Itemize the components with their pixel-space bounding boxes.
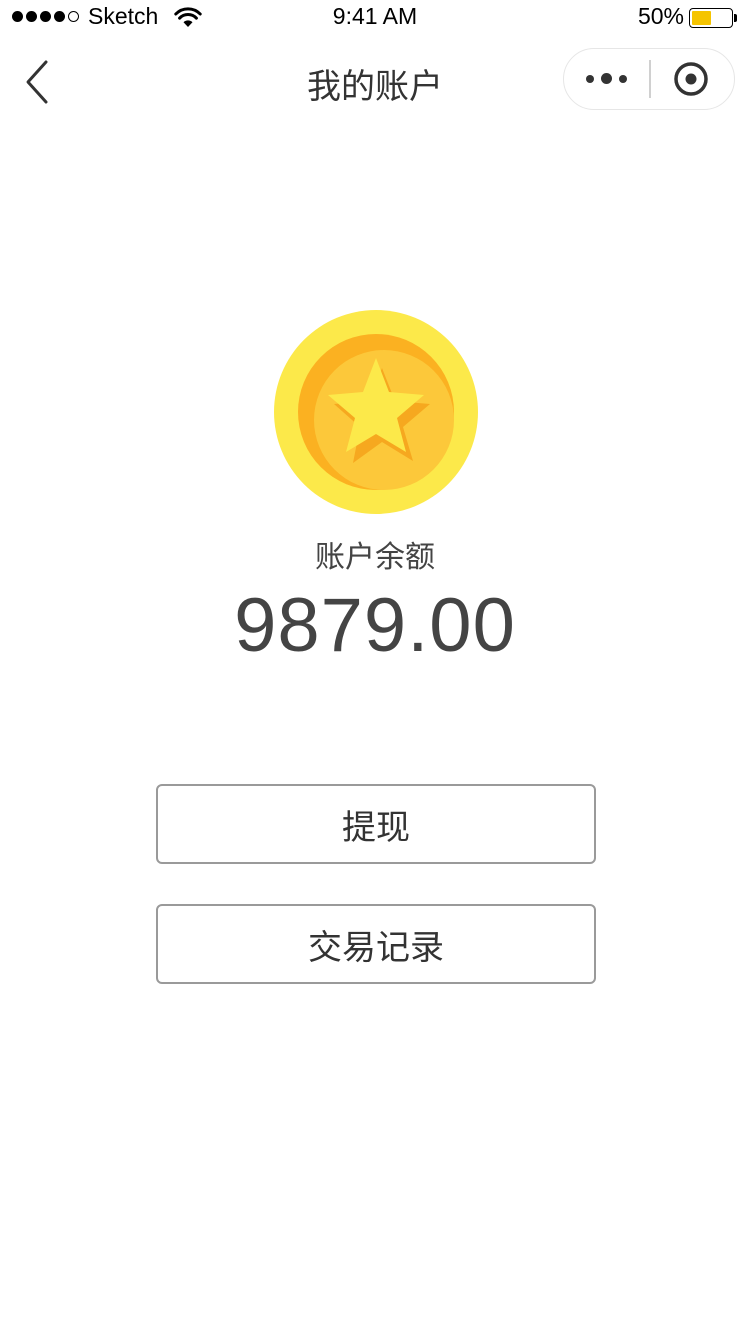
status-bar: Sketch 9:41 AM 50% <box>0 0 750 36</box>
navigation-bar: 我的账户 <box>0 36 750 128</box>
capsule-divider <box>649 60 651 98</box>
battery-icon <box>689 8 733 28</box>
battery-tip <box>734 14 737 22</box>
more-button[interactable] <box>564 49 650 108</box>
battery-level <box>692 11 711 25</box>
transaction-records-button[interactable]: 交易记录 <box>156 904 596 984</box>
balance-label: 账户余额 <box>315 540 435 575</box>
balance-amount: 9879.00 <box>234 583 516 668</box>
withdraw-button[interactable]: 提现 <box>156 784 596 864</box>
coin-star-icon <box>274 310 478 514</box>
target-icon <box>674 62 708 96</box>
battery-percent: 50% <box>637 3 684 29</box>
mini-program-capsule <box>563 48 735 110</box>
close-button[interactable] <box>658 49 732 108</box>
